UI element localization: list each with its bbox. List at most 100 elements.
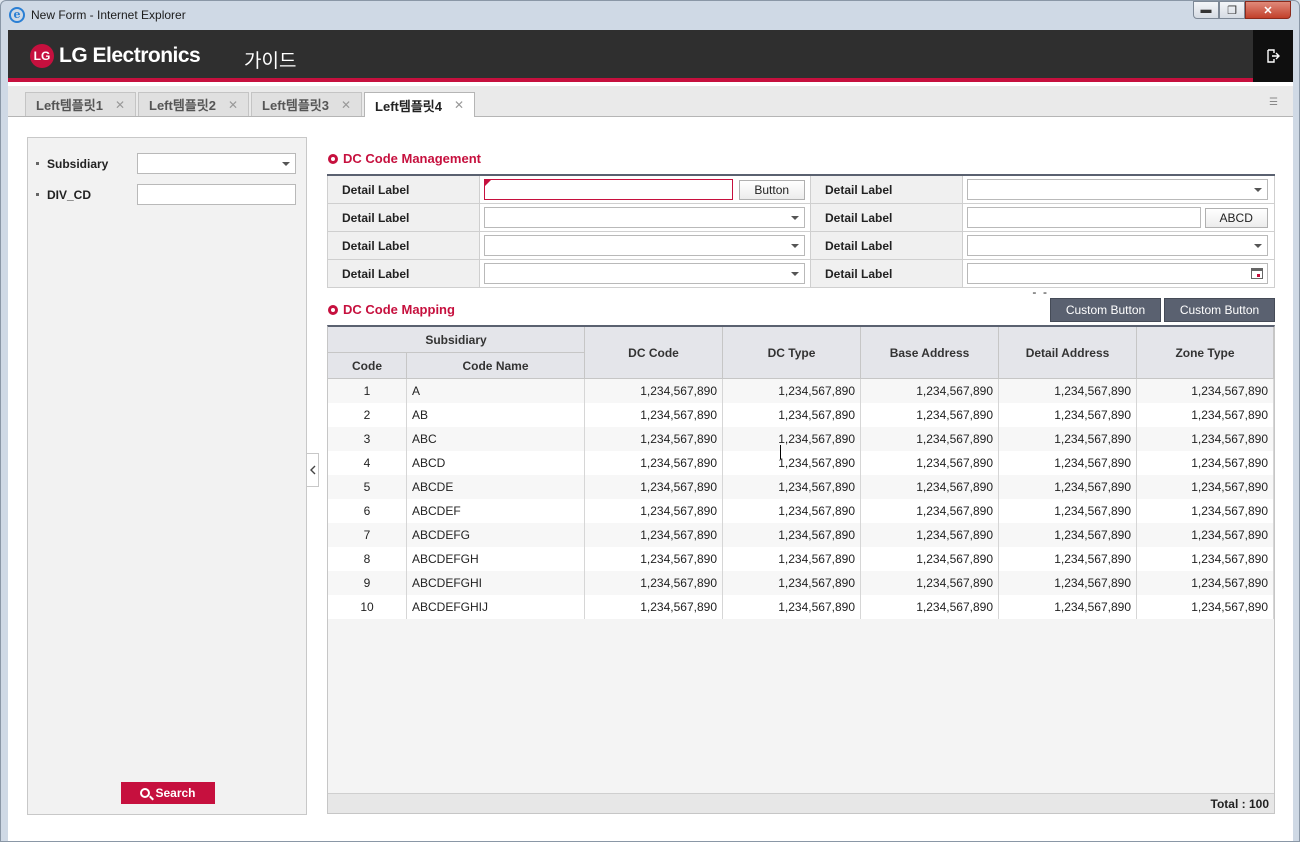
cell-base-address[interactable]: 1,234,567,890 bbox=[861, 475, 999, 499]
cell-dc-type[interactable]: 1,234,567,890 bbox=[723, 427, 861, 451]
cell-code-name[interactable]: ABC bbox=[407, 427, 585, 451]
close-tab-icon[interactable]: ✕ bbox=[228, 98, 238, 112]
cell-zone-type[interactable]: 1,234,567,890 bbox=[1137, 523, 1274, 547]
cell-dc-type[interactable]: 1,234,567,890 bbox=[723, 499, 861, 523]
column-header-zone-type[interactable]: Zone Type bbox=[1137, 327, 1274, 379]
required-text-input[interactable] bbox=[483, 179, 733, 200]
detail-select[interactable] bbox=[966, 235, 1268, 256]
custom-button-1[interactable]: Custom Button bbox=[1050, 298, 1161, 322]
cell-code-name[interactable]: ABCDE bbox=[407, 475, 585, 499]
cell-code-name[interactable]: A bbox=[407, 379, 585, 403]
cell-code[interactable]: 9 bbox=[328, 571, 407, 595]
column-header-dc-type[interactable]: DC Type bbox=[723, 327, 861, 379]
cell-zone-type[interactable]: 1,234,567,890 bbox=[1137, 475, 1274, 499]
cell-zone-type[interactable]: 1,234,567,890 bbox=[1137, 427, 1274, 451]
cell-dc-code[interactable]: 1,234,567,890 bbox=[585, 523, 723, 547]
cell-dc-type[interactable]: 1,234,567,890 bbox=[723, 523, 861, 547]
cell-code-name[interactable]: ABCDEFGHIJ bbox=[407, 595, 585, 619]
cell-detail-address[interactable]: 1,234,567,890 bbox=[999, 523, 1137, 547]
cell-base-address[interactable]: 1,234,567,890 bbox=[861, 427, 999, 451]
close-window-button[interactable]: ✕ bbox=[1245, 1, 1291, 19]
cell-dc-code[interactable]: 1,234,567,890 bbox=[585, 547, 723, 571]
detail-select[interactable] bbox=[483, 235, 805, 256]
cell-code[interactable]: 10 bbox=[328, 595, 407, 619]
close-tab-icon[interactable]: ✕ bbox=[115, 98, 125, 112]
table-row[interactable]: 2 AB 1,234,567,890 1,234,567,890 1,234,567,8… bbox=[328, 403, 1274, 427]
maximize-button[interactable]: ❐ bbox=[1219, 1, 1245, 19]
detail-select[interactable] bbox=[483, 263, 805, 284]
cell-dc-code[interactable]: 1,234,567,890 bbox=[585, 475, 723, 499]
cell-dc-code[interactable]: 1,234,567,890 bbox=[585, 451, 723, 475]
cell-dc-code[interactable]: 1,234,567,890 bbox=[585, 379, 723, 403]
tab-list-menu-icon[interactable]: ☰ bbox=[1269, 98, 1283, 108]
table-row[interactable]: 8 ABCDEFGH 1,234,567,890 1,234,567,890 1,234… bbox=[328, 547, 1274, 571]
cell-code-name[interactable]: ABCDEFG bbox=[407, 523, 585, 547]
cell-zone-type[interactable]: 1,234,567,890 bbox=[1137, 547, 1274, 571]
cell-code[interactable]: 5 bbox=[328, 475, 407, 499]
cell-zone-type[interactable]: 1,234,567,890 bbox=[1137, 379, 1274, 403]
table-row[interactable]: 3 ABC 1,234,567,890 1,234,567,890 1,234,567,… bbox=[328, 427, 1274, 451]
cell-code[interactable]: 4 bbox=[328, 451, 407, 475]
cell-code-name[interactable]: ABCDEFGHI bbox=[407, 571, 585, 595]
cell-code-name[interactable]: AB bbox=[407, 403, 585, 427]
cell-code[interactable]: 1 bbox=[328, 379, 407, 403]
cell-zone-type[interactable]: 1,234,567,890 bbox=[1137, 595, 1274, 619]
table-row[interactable]: 6 ABCDEF 1,234,567,890 1,234,567,890 1,234,5… bbox=[328, 499, 1274, 523]
cell-dc-code[interactable]: 1,234,567,890 bbox=[585, 499, 723, 523]
table-row[interactable]: 7 ABCDEFG 1,234,567,890 1,234,567,890 1,234,… bbox=[328, 523, 1274, 547]
column-header-dc-code[interactable]: DC Code bbox=[585, 327, 723, 379]
detail-button[interactable]: Button bbox=[738, 179, 805, 200]
cell-dc-type[interactable]: 1,234,567,890 bbox=[723, 451, 861, 475]
minimize-button[interactable]: ▬ bbox=[1193, 1, 1219, 19]
cell-detail-address[interactable]: 1,234,567,890 bbox=[999, 403, 1137, 427]
cell-code-name[interactable]: ABCDEFGH bbox=[407, 547, 585, 571]
tab-left-template-3[interactable]: Left템플릿3 ✕ bbox=[251, 92, 363, 116]
detail-select[interactable] bbox=[483, 207, 805, 228]
cell-base-address[interactable]: 1,234,567,890 bbox=[861, 523, 999, 547]
cell-dc-code[interactable]: 1,234,567,890 bbox=[585, 571, 723, 595]
cell-zone-type[interactable]: 1,234,567,890 bbox=[1137, 451, 1274, 475]
cell-detail-address[interactable]: 1,234,567,890 bbox=[999, 571, 1137, 595]
cell-detail-address[interactable]: 1,234,567,890 bbox=[999, 547, 1137, 571]
tab-left-template-1[interactable]: Left템플릿1 ✕ bbox=[25, 92, 137, 116]
cell-detail-address[interactable]: 1,234,567,890 bbox=[999, 427, 1137, 451]
cell-detail-address[interactable]: 1,234,567,890 bbox=[999, 379, 1137, 403]
abcd-button[interactable]: ABCD bbox=[1204, 207, 1268, 228]
cell-detail-address[interactable]: 1,234,567,890 bbox=[999, 475, 1137, 499]
cell-base-address[interactable]: 1,234,567,890 bbox=[861, 403, 999, 427]
cell-dc-type[interactable]: 1,234,567,890 bbox=[723, 547, 861, 571]
cell-dc-type[interactable]: 1,234,567,890 bbox=[723, 571, 861, 595]
cell-dc-code[interactable]: 1,234,567,890 bbox=[585, 595, 723, 619]
detail-select[interactable] bbox=[966, 179, 1268, 200]
column-header-detail-address[interactable]: Detail Address bbox=[999, 327, 1137, 379]
cell-base-address[interactable]: 1,234,567,890 bbox=[861, 571, 999, 595]
cell-detail-address[interactable]: 1,234,567,890 bbox=[999, 595, 1137, 619]
cell-base-address[interactable]: 1,234,567,890 bbox=[861, 451, 999, 475]
cell-dc-type[interactable]: 1,234,567,890 bbox=[723, 379, 861, 403]
cell-base-address[interactable]: 1,234,567,890 bbox=[861, 595, 999, 619]
cell-dc-code[interactable]: 1,234,567,890 bbox=[585, 403, 723, 427]
cell-detail-address[interactable]: 1,234,567,890 bbox=[999, 499, 1137, 523]
cell-dc-type[interactable]: 1,234,567,890 bbox=[723, 595, 861, 619]
cell-dc-type[interactable]: 1,234,567,890 bbox=[723, 403, 861, 427]
close-tab-icon[interactable]: ✕ bbox=[341, 98, 351, 112]
date-picker-input[interactable]: - - bbox=[966, 263, 1268, 299]
cell-base-address[interactable]: 1,234,567,890 bbox=[861, 499, 999, 523]
custom-button-2[interactable]: Custom Button bbox=[1164, 298, 1275, 322]
logout-button[interactable] bbox=[1253, 30, 1293, 82]
cell-base-address[interactable]: 1,234,567,890 bbox=[861, 547, 999, 571]
table-row[interactable]: 1 A 1,234,567,890 1,234,567,890 1,234,567,89… bbox=[328, 379, 1274, 403]
div-cd-input[interactable] bbox=[137, 184, 296, 205]
lg-logo[interactable]: LG LG Electronics bbox=[30, 44, 201, 68]
cell-code[interactable]: 2 bbox=[328, 403, 407, 427]
cell-code-name[interactable]: ABCDEF bbox=[407, 499, 585, 523]
subsidiary-select[interactable] bbox=[137, 153, 296, 174]
column-header-code-name[interactable]: Code Name bbox=[407, 353, 585, 379]
table-row[interactable]: 5 ABCDE 1,234,567,890 1,234,567,890 1,234,56… bbox=[328, 475, 1274, 499]
table-row[interactable]: 9 ABCDEFGHI 1,234,567,890 1,234,567,890 1,23… bbox=[328, 571, 1274, 595]
cell-dc-type[interactable]: 1,234,567,890 bbox=[723, 475, 861, 499]
cell-zone-type[interactable]: 1,234,567,890 bbox=[1137, 499, 1274, 523]
cell-code-name[interactable]: ABCD bbox=[407, 451, 585, 475]
cell-base-address[interactable]: 1,234,567,890 bbox=[861, 379, 999, 403]
collapse-panel-button[interactable] bbox=[306, 453, 319, 487]
